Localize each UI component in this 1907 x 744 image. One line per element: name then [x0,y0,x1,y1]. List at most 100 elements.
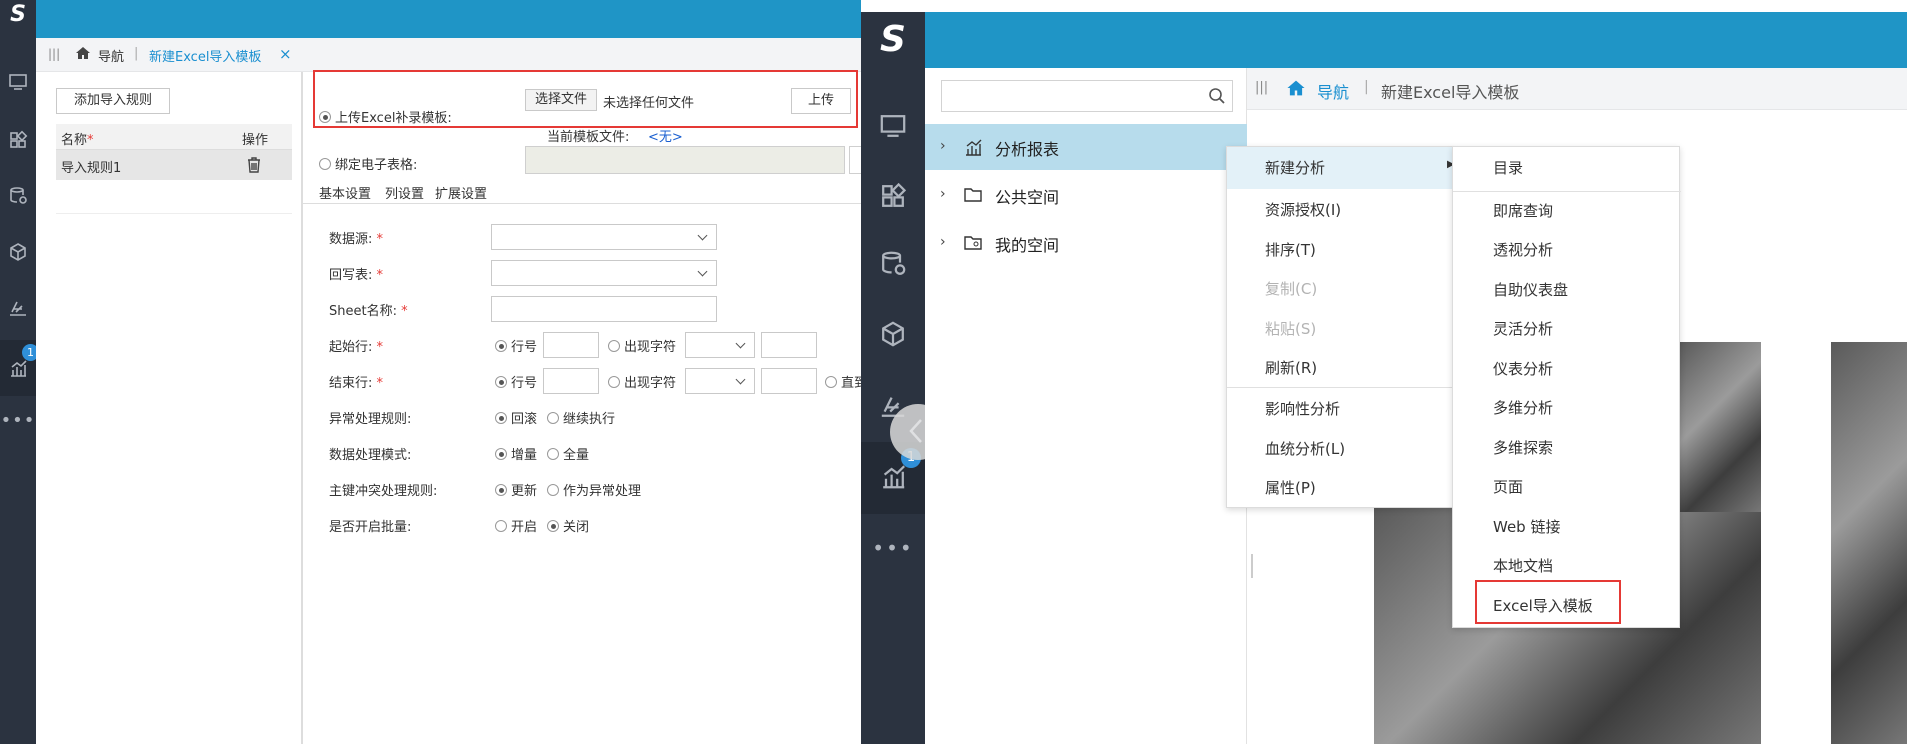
menu-item-new-analysis[interactable]: 新建分析 ▶ [1227,147,1455,189]
col-operation: 操作 [242,133,269,148]
left-sidebar: S 1 ••• [0,0,39,744]
cube-icon[interactable] [0,242,36,266]
submenu-item-olap-explore[interactable]: 多维探索 [1453,437,1679,458]
sheet-name-input[interactable] [491,296,717,322]
batch-off-radio[interactable]: 关闭 [547,516,589,535]
home-icon[interactable] [74,44,92,66]
left-tabbar: ||| 导航 | 新建Excel导入模板 × [36,38,861,72]
rollback-radio[interactable]: 回滚 [495,408,537,427]
submenu-item-gauge-analysis[interactable]: 仪表分析 [1453,358,1679,379]
update-radio[interactable]: 更新 [495,480,537,499]
chevron-left-icon [908,418,924,448]
submenu-item-directory[interactable]: 目录 [1453,157,1679,178]
bind-spreadsheet-radio[interactable]: 绑定电子表格: [319,154,417,173]
tab-column-settings[interactable]: 列设置 [385,183,424,202]
submenu-divider [1453,191,1681,192]
tab-extended-settings[interactable]: 扩展设置 [435,183,487,202]
rules-panel: 添加导入规则 名称* 操作 导入规则1 [36,72,302,744]
right-home-icon[interactable] [1285,77,1307,103]
search-icon[interactable] [1208,87,1226,109]
form-area: 上传Excel补录模板: 选择文件 未选择任何文件 上传 当前模板文件: <无>… [302,72,867,744]
settings-tabs: 基本设置 列设置 扩展设置 [303,178,862,204]
end-row-char-radio[interactable]: 出现字符 [608,372,676,391]
expand-chevron-icon[interactable]: › [940,234,946,250]
submenu-item-self-dashboard[interactable]: 自助仪表盘 [1453,279,1679,300]
end-row-char-input[interactable] [761,368,817,394]
right-breadcrumb-bar: ||| 导航 | 新建Excel导入模板 [1247,68,1907,110]
menu-item-impact-analysis[interactable]: 影响性分析 [1227,398,1453,419]
tree-item-analysis-reports[interactable]: › 分析报表 [925,124,1247,170]
tree-label: 我的空间 [995,236,1060,255]
add-rule-button[interactable]: 添加导入规则 [56,88,170,114]
start-row-char-input[interactable] [761,332,817,358]
menu-item-properties[interactable]: 属性(P) [1227,477,1453,498]
bind-radio[interactable] [319,158,331,170]
start-row-char-select[interactable] [685,332,755,358]
background-photo-right [1831,342,1907,744]
right-sidebar: S 1 ••• [861,12,925,744]
tab-separator: | [134,46,139,61]
submenu-item-olap-analysis[interactable]: 多维分析 [1453,397,1679,418]
right-monitor-icon[interactable] [861,112,925,144]
widgets-icon[interactable] [0,130,36,154]
end-row-number-radio[interactable]: 行号 [495,372,537,391]
right-menu-toggle-icon[interactable]: ||| [1255,80,1268,95]
as-exception-radio[interactable]: 作为异常处理 [547,480,641,499]
bind-spreadsheet-field[interactable] [525,146,845,174]
full-radio[interactable]: 全量 [547,444,589,463]
incremental-radio[interactable]: 增量 [495,444,537,463]
tab-basic-settings[interactable]: 基本设置 [319,183,371,202]
analysis-nav-item[interactable]: 1 [0,340,39,396]
new-analysis-submenu: 目录 即席查询 透视分析 自助仪表盘 灵活分析 仪表分析 多维分析 多维探索 页… [1452,146,1681,628]
right-cube-icon[interactable] [861,320,925,352]
tab-home[interactable]: 导航 [98,46,124,65]
start-row-number-radio[interactable]: 行号 [495,336,537,355]
menu-item-resource-auth[interactable]: 资源授权(I) [1227,199,1453,220]
submenu-item-page[interactable]: 页面 [1453,476,1679,497]
right-more-icon[interactable]: ••• [861,536,925,560]
submenu-item-web-link[interactable]: Web 链接 [1453,516,1679,537]
continue-radio[interactable]: 继续执行 [547,408,615,427]
batch-on-radio[interactable]: 开启 [495,516,537,535]
tree-search-input[interactable] [948,81,1198,109]
right-content-divider [1251,554,1253,578]
rules-table-body [56,180,292,214]
submenu-item-pivot-analysis[interactable]: 透视分析 [1453,239,1679,260]
rules-table-row[interactable]: 导入规则1 [56,150,292,180]
monitor-icon[interactable] [0,72,36,96]
end-row-char-select[interactable] [685,368,755,394]
more-icon[interactable]: ••• [0,410,36,431]
tools-icon[interactable] [0,298,36,322]
menu-item-refresh[interactable]: 刷新(R) [1227,357,1453,378]
breadcrumb-separator: | [1364,79,1369,95]
menu-toggle-icon[interactable]: ||| [48,47,60,61]
tab-new-excel-template[interactable]: 新建Excel导入模板 [149,46,261,65]
menu-item-lineage-analysis[interactable]: 血统分析(L) [1227,438,1453,459]
menu-item-sort[interactable]: 排序(T) [1227,239,1453,260]
breadcrumb-home[interactable]: 导航 [1317,79,1349,103]
right-database-settings-icon[interactable] [861,250,925,282]
start-row-input[interactable] [543,332,599,358]
writeback-label: 回写表: * [329,268,384,283]
submenu-item-flexible-analysis[interactable]: 灵活分析 [1453,318,1679,339]
writeback-select[interactable] [491,260,717,286]
batch-label: 是否开启批量: [329,520,412,535]
submenu-item-adhoc-query[interactable]: 即席查询 [1453,200,1679,221]
tree-item-my-space[interactable]: › 我的空间 [925,220,1247,266]
expand-chevron-icon[interactable]: › [940,138,946,154]
tree-item-public-space[interactable]: › 公共空间 [925,172,1247,218]
pk-conflict-label: 主键冲突处理规则: [329,484,438,499]
menu-item-copy: 复制(C) [1265,280,1318,298]
start-row-char-radio[interactable]: 出现字符 [608,336,676,355]
submenu-item-local-document[interactable]: 本地文档 [1453,555,1679,576]
end-row-input[interactable] [543,368,599,394]
tab-close-icon[interactable]: × [279,45,292,63]
datasource-select[interactable] [491,224,717,250]
database-settings-icon[interactable] [0,186,36,210]
expand-chevron-icon[interactable]: › [940,186,946,202]
tree-search-box[interactable] [941,80,1233,112]
right-widgets-icon[interactable] [861,182,925,214]
delete-icon[interactable] [246,156,262,178]
logo: S [10,2,26,27]
current-template-value[interactable]: <无> [648,126,683,145]
